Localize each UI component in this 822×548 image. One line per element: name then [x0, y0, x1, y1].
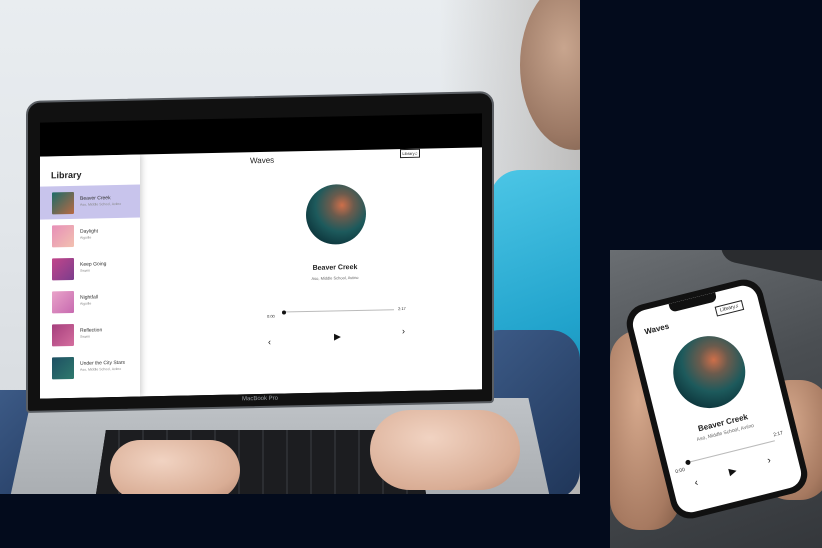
- phone-album-cover: [665, 328, 753, 416]
- song-item[interactable]: Daylight Aiguille: [40, 218, 140, 253]
- song-item[interactable]: Beaver Creek Aso, Middle School, Aviino: [40, 184, 140, 220]
- phone-progress-thumb[interactable]: [684, 459, 692, 466]
- phone-play-button[interactable]: ▶: [727, 465, 739, 479]
- phone-duration: 2:17: [772, 430, 784, 439]
- duration: 2:17: [398, 305, 406, 312]
- song-name: Beaver Creek: [80, 195, 111, 203]
- song-artist: Aso, Middle School, Aviino: [80, 367, 122, 373]
- song-cover: [52, 224, 74, 247]
- previous-button[interactable]: ‹: [268, 336, 271, 347]
- app-title: Waves: [250, 155, 275, 166]
- song-text: Under the City Stars Aso, Middle School, …: [80, 360, 126, 373]
- laptop-screen: Library Beaver Creek Aso, Middle School, …: [40, 113, 482, 399]
- current-time: 0:00: [267, 313, 275, 319]
- song-artist: Aso, Middle School, Aviino: [80, 202, 122, 208]
- phone-current-time: 0:00: [674, 466, 686, 476]
- mockup-canvas: MacBook Pro Library Beaver Creek Aso, Mid…: [0, 0, 822, 548]
- song-name: Daylight: [80, 228, 99, 236]
- chevron-right-icon: ›: [766, 454, 773, 467]
- song-text: Reflection Swørn: [80, 327, 103, 340]
- song-cover: [52, 323, 74, 346]
- song-artist: Aiguille: [80, 235, 92, 241]
- song-artist: Swørn: [80, 334, 91, 340]
- song-cover: [52, 191, 74, 214]
- phone-next-button[interactable]: ›: [766, 454, 773, 467]
- song-cover: [52, 257, 74, 280]
- phone-notch: [668, 292, 718, 313]
- now-playing-title: Beaver Creek: [312, 263, 358, 272]
- song-text: Nightfall Aiguille: [80, 294, 99, 307]
- song-artist: Aiguille: [80, 301, 92, 307]
- song-item[interactable]: Under the City Stars Aso, Middle School, …: [40, 350, 140, 385]
- phone-library-button[interactable]: Library ♫: [714, 300, 745, 317]
- chevron-right-icon: ›: [402, 325, 405, 337]
- progress-thumb[interactable]: [282, 309, 286, 315]
- progress-slider[interactable]: [282, 309, 394, 315]
- song-text: Keep Going Swørn: [80, 261, 107, 274]
- library-panel: Library Beaver Creek Aso, Middle School, …: [40, 154, 140, 399]
- song-item[interactable]: Keep Going Swørn: [40, 251, 140, 286]
- next-button[interactable]: ›: [402, 325, 405, 337]
- left-hand: [110, 440, 240, 494]
- song-name: Keep Going: [80, 261, 107, 269]
- library-title: Library: [51, 169, 82, 181]
- song-cover: [52, 290, 74, 313]
- song-name: Nightfall: [80, 294, 99, 302]
- song-text: Daylight Aiguille: [80, 228, 99, 241]
- song-list: Beaver Creek Aso, Middle School, Aviino Da…: [40, 184, 140, 385]
- phone-library-label: Library: [719, 303, 736, 314]
- right-hand: [370, 410, 520, 490]
- phone-app-title: Waves: [643, 321, 671, 337]
- play-button[interactable]: ▶: [334, 331, 341, 342]
- song-text: Beaver Creek Aso, Middle School, Aviino: [80, 195, 122, 208]
- album-cover: [306, 183, 366, 246]
- laptop-photo: MacBook Pro Library Beaver Creek Aso, Mid…: [0, 0, 580, 494]
- now-playing-artist: Aso, Middle School, Aviino: [311, 274, 359, 281]
- phone-progress-slider[interactable]: [684, 440, 775, 466]
- music-note-icon: ♫: [414, 150, 418, 156]
- song-cover: [52, 356, 74, 379]
- library-button[interactable]: Library ♫: [400, 148, 420, 159]
- chevron-left-icon: ‹: [268, 336, 271, 347]
- music-app: Library Beaver Creek Aso, Middle School, …: [40, 147, 482, 399]
- music-note-icon: ♫: [734, 303, 740, 310]
- play-icon: ▶: [334, 331, 341, 342]
- song-artist: Swørn: [80, 268, 91, 274]
- song-item[interactable]: Reflection Swørn: [40, 317, 140, 352]
- chevron-left-icon: ‹: [693, 477, 700, 489]
- song-name: Under the City Stars: [80, 360, 126, 368]
- phone-previous-button[interactable]: ‹: [693, 477, 700, 489]
- song-name: Reflection: [80, 327, 103, 335]
- library-button-label: Library: [402, 150, 415, 157]
- song-item[interactable]: Nightfall Aiguille: [40, 284, 140, 319]
- play-icon: ▶: [727, 465, 739, 479]
